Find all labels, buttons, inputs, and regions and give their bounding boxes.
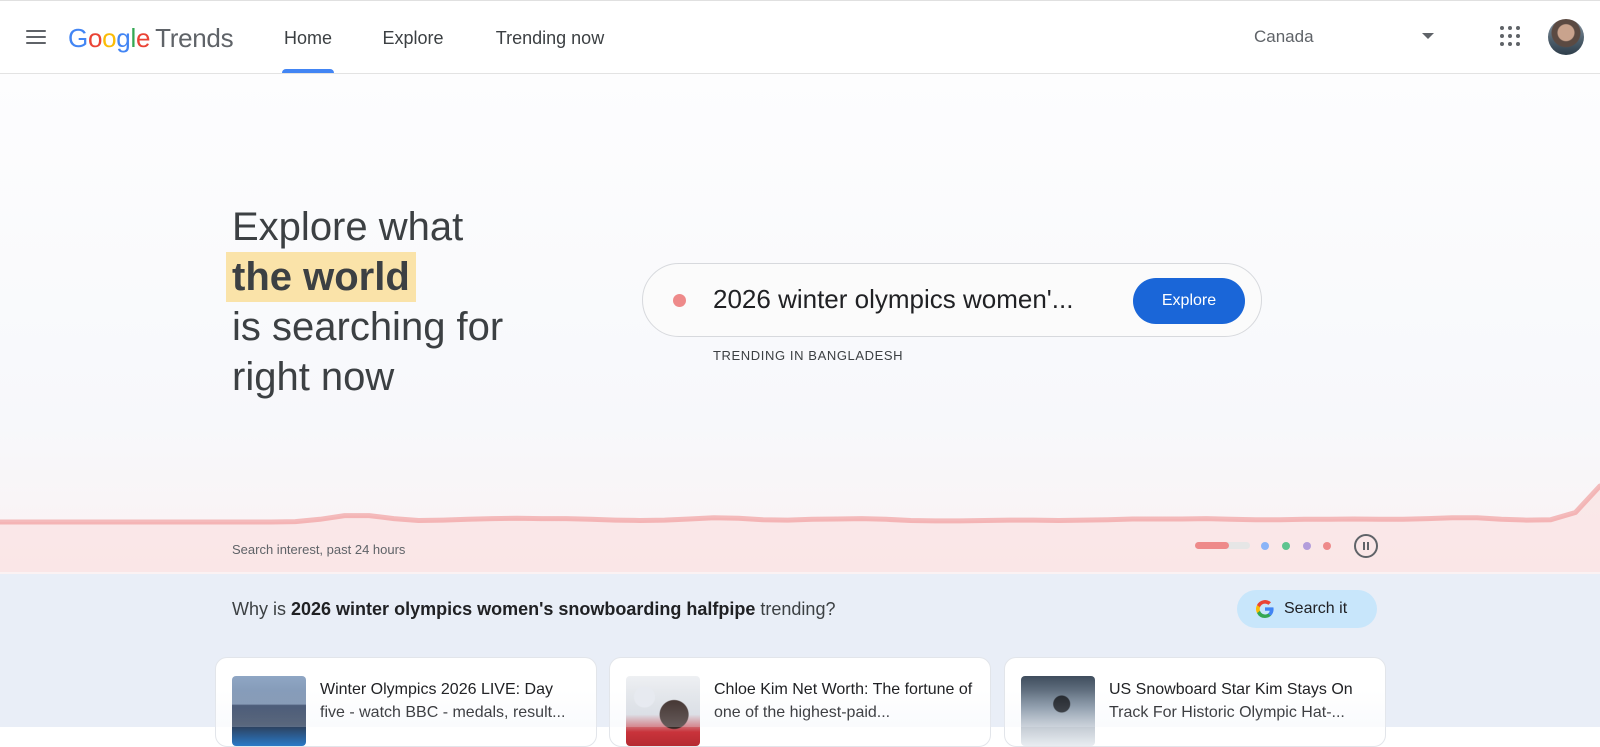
why-trending-heading: Why is 2026 winter olympics women's snow… [232, 599, 835, 620]
hero-line-4: right now [232, 355, 395, 399]
pause-icon[interactable] [1354, 534, 1378, 558]
carousel-dot[interactable] [1303, 542, 1311, 550]
news-card-title: Chloe Kim Net Worth: The fortune of one … [714, 681, 973, 721]
country-select-value: Canada [1254, 27, 1314, 46]
hero-section: Explore what the world is searching for … [0, 74, 1600, 574]
carousel-dot[interactable] [1282, 542, 1290, 550]
tab-home[interactable]: Home [282, 1, 334, 73]
carousel-indicator [1195, 532, 1377, 560]
hero-heading: Explore what the world is searching for … [226, 202, 592, 402]
tab-trending-now[interactable]: Trending now [491, 1, 609, 73]
google-trends-logo[interactable]: Google Trends [68, 21, 234, 55]
explore-button[interactable]: Explore [1133, 278, 1245, 324]
caret-down-icon [1422, 33, 1434, 39]
search-interest-line [0, 483, 1600, 525]
news-card[interactable]: US Snowboard Star Kim Stays On Track For… [1004, 657, 1386, 747]
why-prefix: Why is [232, 599, 292, 619]
news-card[interactable]: Chloe Kim Net Worth: The fortune of one … [609, 657, 991, 747]
google-wordmark: Google [68, 23, 151, 53]
account-avatar[interactable] [1548, 19, 1584, 55]
news-card-title: US Snowboard Star Kim Stays On Track For… [1109, 681, 1353, 721]
carousel-dot[interactable] [1323, 542, 1331, 550]
carousel-progress [1195, 542, 1250, 549]
trend-dot-icon [673, 294, 686, 307]
country-select[interactable]: Canada [1254, 19, 1444, 55]
chart-caption: Search interest, past 24 hours [232, 542, 406, 557]
trending-search-box[interactable]: 2026 winter olympics women'... Explore [642, 263, 1262, 337]
hero-line-3: is searching for [232, 305, 504, 349]
news-thumbnail [626, 676, 700, 746]
apps-grid-icon[interactable] [1500, 26, 1524, 50]
news-card-title: Winter Olympics 2026 LIVE: Day five - wa… [320, 681, 566, 721]
search-it-button[interactable]: Search it [1237, 590, 1377, 628]
trending-location-caption: TRENDING IN BANGLADESH [713, 348, 904, 363]
why-trending-section: Why is 2026 winter olympics women's snow… [0, 574, 1600, 747]
news-card[interactable]: Winter Olympics 2026 LIVE: Day five - wa… [215, 657, 597, 747]
hero-highlight: the world [226, 252, 416, 302]
hamburger-menu-icon[interactable] [22, 23, 50, 51]
news-thumbnail [1021, 676, 1095, 746]
why-suffix: trending? [755, 599, 836, 619]
news-thumbnail [232, 676, 306, 746]
google-g-icon [1256, 600, 1274, 618]
tab-explore[interactable]: Explore [380, 1, 446, 73]
search-it-label: Search it [1284, 600, 1348, 617]
product-name: Trends [155, 23, 234, 53]
top-app-bar: Google Trends Home Explore Trending now C… [0, 0, 1600, 74]
carousel-dot[interactable] [1261, 542, 1269, 550]
why-term: 2026 winter olympics women's snowboardin… [291, 599, 756, 619]
hero-line-1: Explore what [232, 205, 464, 249]
trending-search-term[interactable]: 2026 winter olympics women'... [713, 284, 1073, 315]
